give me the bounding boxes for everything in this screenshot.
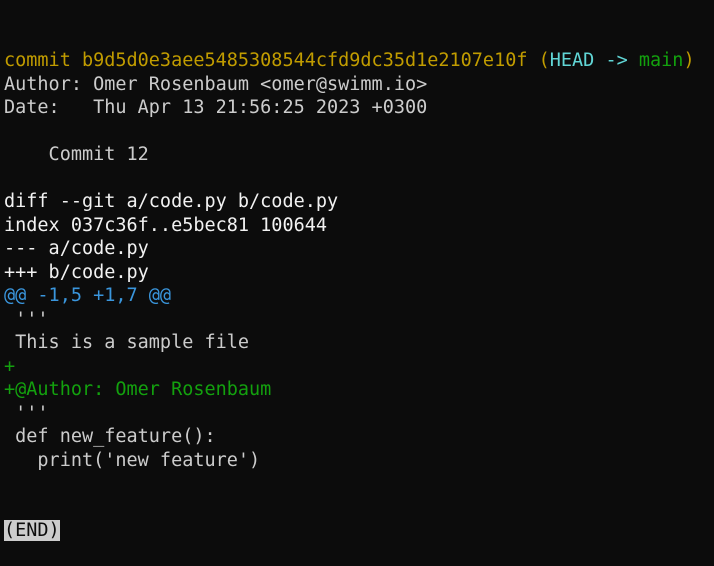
line-segment: HEAD ->	[549, 50, 639, 71]
context-line: '''	[4, 402, 714, 426]
context-line: print('new feature')	[4, 449, 714, 473]
line-segment: main	[638, 50, 684, 71]
index-line: index 037c36f..e5bec81 100644	[4, 214, 714, 238]
line-segment: Commit 12	[4, 144, 149, 165]
commit-message-line: Commit 12	[4, 143, 714, 167]
line-segment: diff --git a/code.py b/code.py	[4, 191, 339, 212]
commit-line: commit b9d5d0e3aee5485308544cfd9dc35d1e2…	[4, 49, 714, 73]
line-segment: )	[683, 50, 695, 71]
line-segment: Date: Thu Apr 13 21:56:25 2023 +0300	[4, 97, 428, 118]
pager-status-line: (END)	[4, 519, 714, 543]
line-segment: def new_feature():	[4, 426, 216, 447]
old-file-line: --- a/code.py	[4, 237, 714, 261]
context-line: This is a sample file	[4, 331, 714, 355]
line-segment: '''	[4, 402, 49, 424]
line-segment: Author: Omer Rosenbaum <omer@swimm.io>	[4, 73, 428, 95]
context-line: def new_feature():	[4, 425, 714, 449]
terminal-output: commit b9d5d0e3aee5485308544cfd9dc35d1e2…	[4, 49, 714, 472]
added-line: +@Author: Omer Rosenbaum	[4, 378, 714, 402]
line-segment: This is a sample file	[4, 332, 250, 353]
hunk-header-line: @@ -1,5 +1,7 @@	[4, 284, 714, 308]
line-segment: commit b9d5d0e3aee5485308544cfd9dc35d1e2…	[4, 50, 539, 71]
line-segment: '''	[4, 308, 49, 330]
line-segment: index 037c36f..e5bec81 100644	[4, 214, 328, 236]
context-line: '''	[4, 308, 714, 332]
line-segment: +++ b/code.py	[4, 261, 149, 283]
diff-header-line: diff --git a/code.py b/code.py	[4, 190, 714, 214]
terminal-window[interactable]: commit b9d5d0e3aee5485308544cfd9dc35d1e2…	[0, 0, 714, 541]
author-line: Author: Omer Rosenbaum <omer@swimm.io>	[4, 73, 714, 97]
new-file-line: +++ b/code.py	[4, 261, 714, 285]
line-segment: +@Author: Omer Rosenbaum	[4, 379, 272, 400]
line-segment: +	[4, 355, 16, 377]
date-line: Date: Thu Apr 13 21:56:25 2023 +0300	[4, 96, 714, 120]
added-line: +	[4, 355, 714, 379]
line-segment: --- a/code.py	[4, 238, 149, 259]
line-segment: @@ -1,5 +1,7 @@	[4, 285, 172, 306]
line-segment: (	[538, 50, 550, 71]
pager-end-marker: (END)	[4, 520, 60, 541]
